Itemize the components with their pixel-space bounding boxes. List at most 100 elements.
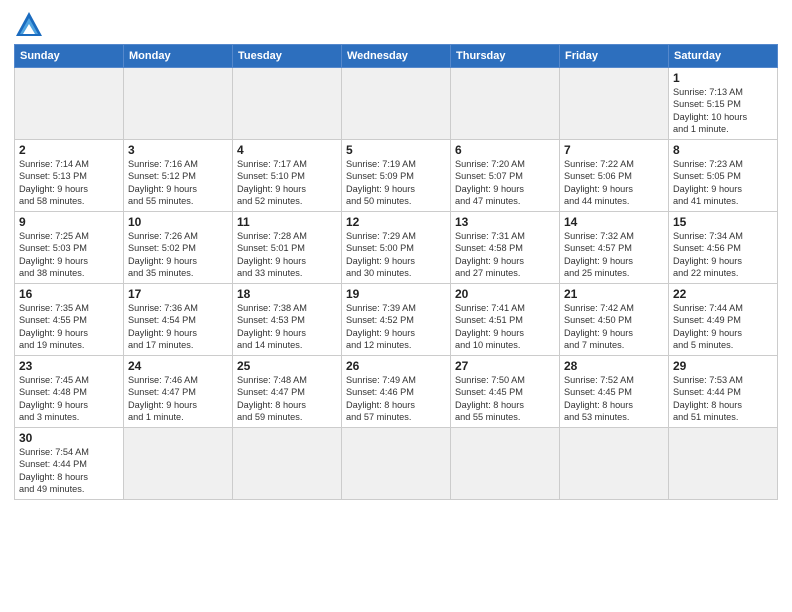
day-number: 24: [128, 359, 228, 373]
calendar-cell: 30Sunrise: 7:54 AM Sunset: 4:44 PM Dayli…: [15, 428, 124, 500]
calendar-cell: 2Sunrise: 7:14 AM Sunset: 5:13 PM Daylig…: [15, 140, 124, 212]
day-number: 20: [455, 287, 555, 301]
calendar-cell: 8Sunrise: 7:23 AM Sunset: 5:05 PM Daylig…: [669, 140, 778, 212]
calendar-cell: 9Sunrise: 7:25 AM Sunset: 5:03 PM Daylig…: [15, 212, 124, 284]
day-number: 29: [673, 359, 773, 373]
day-number: 3: [128, 143, 228, 157]
day-info: Sunrise: 7:34 AM Sunset: 4:56 PM Dayligh…: [673, 230, 773, 280]
day-number: 18: [237, 287, 337, 301]
day-info: Sunrise: 7:39 AM Sunset: 4:52 PM Dayligh…: [346, 302, 446, 352]
calendar-cell: [124, 68, 233, 140]
day-info: Sunrise: 7:36 AM Sunset: 4:54 PM Dayligh…: [128, 302, 228, 352]
day-info: Sunrise: 7:46 AM Sunset: 4:47 PM Dayligh…: [128, 374, 228, 424]
day-info: Sunrise: 7:17 AM Sunset: 5:10 PM Dayligh…: [237, 158, 337, 208]
calendar-cell: [451, 428, 560, 500]
calendar-cell: 3Sunrise: 7:16 AM Sunset: 5:12 PM Daylig…: [124, 140, 233, 212]
logo-icon: [14, 10, 44, 38]
weekday-header: Tuesday: [233, 45, 342, 68]
calendar-week-row: 9Sunrise: 7:25 AM Sunset: 5:03 PM Daylig…: [15, 212, 778, 284]
calendar-cell: 25Sunrise: 7:48 AM Sunset: 4:47 PM Dayli…: [233, 356, 342, 428]
day-info: Sunrise: 7:32 AM Sunset: 4:57 PM Dayligh…: [564, 230, 664, 280]
day-info: Sunrise: 7:48 AM Sunset: 4:47 PM Dayligh…: [237, 374, 337, 424]
calendar-cell: 17Sunrise: 7:36 AM Sunset: 4:54 PM Dayli…: [124, 284, 233, 356]
day-info: Sunrise: 7:13 AM Sunset: 5:15 PM Dayligh…: [673, 86, 773, 136]
day-number: 5: [346, 143, 446, 157]
calendar-week-row: 30Sunrise: 7:54 AM Sunset: 4:44 PM Dayli…: [15, 428, 778, 500]
calendar-cell: [342, 428, 451, 500]
calendar-cell: 27Sunrise: 7:50 AM Sunset: 4:45 PM Dayli…: [451, 356, 560, 428]
day-number: 1: [673, 71, 773, 85]
calendar-week-row: 1Sunrise: 7:13 AM Sunset: 5:15 PM Daylig…: [15, 68, 778, 140]
day-info: Sunrise: 7:52 AM Sunset: 4:45 PM Dayligh…: [564, 374, 664, 424]
day-number: 28: [564, 359, 664, 373]
calendar-cell: 20Sunrise: 7:41 AM Sunset: 4:51 PM Dayli…: [451, 284, 560, 356]
calendar-cell: 26Sunrise: 7:49 AM Sunset: 4:46 PM Dayli…: [342, 356, 451, 428]
day-info: Sunrise: 7:38 AM Sunset: 4:53 PM Dayligh…: [237, 302, 337, 352]
day-number: 4: [237, 143, 337, 157]
day-number: 13: [455, 215, 555, 229]
weekday-header: Sunday: [15, 45, 124, 68]
day-info: Sunrise: 7:28 AM Sunset: 5:01 PM Dayligh…: [237, 230, 337, 280]
calendar-week-row: 2Sunrise: 7:14 AM Sunset: 5:13 PM Daylig…: [15, 140, 778, 212]
day-number: 15: [673, 215, 773, 229]
day-info: Sunrise: 7:42 AM Sunset: 4:50 PM Dayligh…: [564, 302, 664, 352]
calendar-cell: 11Sunrise: 7:28 AM Sunset: 5:01 PM Dayli…: [233, 212, 342, 284]
day-info: Sunrise: 7:53 AM Sunset: 4:44 PM Dayligh…: [673, 374, 773, 424]
calendar-cell: 29Sunrise: 7:53 AM Sunset: 4:44 PM Dayli…: [669, 356, 778, 428]
day-number: 21: [564, 287, 664, 301]
calendar-cell: 15Sunrise: 7:34 AM Sunset: 4:56 PM Dayli…: [669, 212, 778, 284]
day-number: 9: [19, 215, 119, 229]
day-info: Sunrise: 7:20 AM Sunset: 5:07 PM Dayligh…: [455, 158, 555, 208]
day-info: Sunrise: 7:14 AM Sunset: 5:13 PM Dayligh…: [19, 158, 119, 208]
day-info: Sunrise: 7:50 AM Sunset: 4:45 PM Dayligh…: [455, 374, 555, 424]
weekday-header-row: SundayMondayTuesdayWednesdayThursdayFrid…: [15, 45, 778, 68]
calendar-cell: [233, 68, 342, 140]
day-info: Sunrise: 7:19 AM Sunset: 5:09 PM Dayligh…: [346, 158, 446, 208]
calendar-cell: [560, 428, 669, 500]
calendar-cell: 22Sunrise: 7:44 AM Sunset: 4:49 PM Dayli…: [669, 284, 778, 356]
calendar-cell: 10Sunrise: 7:26 AM Sunset: 5:02 PM Dayli…: [124, 212, 233, 284]
calendar-cell: 24Sunrise: 7:46 AM Sunset: 4:47 PM Dayli…: [124, 356, 233, 428]
day-number: 25: [237, 359, 337, 373]
calendar-cell: 12Sunrise: 7:29 AM Sunset: 5:00 PM Dayli…: [342, 212, 451, 284]
calendar-week-row: 16Sunrise: 7:35 AM Sunset: 4:55 PM Dayli…: [15, 284, 778, 356]
day-number: 7: [564, 143, 664, 157]
calendar-cell: [124, 428, 233, 500]
calendar-cell: 21Sunrise: 7:42 AM Sunset: 4:50 PM Dayli…: [560, 284, 669, 356]
day-number: 10: [128, 215, 228, 229]
calendar-week-row: 23Sunrise: 7:45 AM Sunset: 4:48 PM Dayli…: [15, 356, 778, 428]
day-info: Sunrise: 7:26 AM Sunset: 5:02 PM Dayligh…: [128, 230, 228, 280]
day-info: Sunrise: 7:44 AM Sunset: 4:49 PM Dayligh…: [673, 302, 773, 352]
day-info: Sunrise: 7:22 AM Sunset: 5:06 PM Dayligh…: [564, 158, 664, 208]
day-number: 14: [564, 215, 664, 229]
day-info: Sunrise: 7:29 AM Sunset: 5:00 PM Dayligh…: [346, 230, 446, 280]
calendar-cell: [669, 428, 778, 500]
day-number: 8: [673, 143, 773, 157]
day-number: 12: [346, 215, 446, 229]
calendar-cell: 18Sunrise: 7:38 AM Sunset: 4:53 PM Dayli…: [233, 284, 342, 356]
day-number: 11: [237, 215, 337, 229]
day-info: Sunrise: 7:25 AM Sunset: 5:03 PM Dayligh…: [19, 230, 119, 280]
calendar-cell: 5Sunrise: 7:19 AM Sunset: 5:09 PM Daylig…: [342, 140, 451, 212]
calendar-cell: [233, 428, 342, 500]
weekday-header: Friday: [560, 45, 669, 68]
calendar-cell: [451, 68, 560, 140]
page: SundayMondayTuesdayWednesdayThursdayFrid…: [0, 0, 792, 612]
calendar-cell: 7Sunrise: 7:22 AM Sunset: 5:06 PM Daylig…: [560, 140, 669, 212]
day-info: Sunrise: 7:23 AM Sunset: 5:05 PM Dayligh…: [673, 158, 773, 208]
day-number: 17: [128, 287, 228, 301]
weekday-header: Saturday: [669, 45, 778, 68]
calendar-cell: [342, 68, 451, 140]
weekday-header: Thursday: [451, 45, 560, 68]
day-info: Sunrise: 7:31 AM Sunset: 4:58 PM Dayligh…: [455, 230, 555, 280]
day-number: 30: [19, 431, 119, 445]
day-number: 27: [455, 359, 555, 373]
calendar-cell: 16Sunrise: 7:35 AM Sunset: 4:55 PM Dayli…: [15, 284, 124, 356]
day-info: Sunrise: 7:49 AM Sunset: 4:46 PM Dayligh…: [346, 374, 446, 424]
calendar-cell: 4Sunrise: 7:17 AM Sunset: 5:10 PM Daylig…: [233, 140, 342, 212]
weekday-header: Monday: [124, 45, 233, 68]
calendar-cell: 1Sunrise: 7:13 AM Sunset: 5:15 PM Daylig…: [669, 68, 778, 140]
day-info: Sunrise: 7:54 AM Sunset: 4:44 PM Dayligh…: [19, 446, 119, 496]
day-number: 26: [346, 359, 446, 373]
weekday-header: Wednesday: [342, 45, 451, 68]
